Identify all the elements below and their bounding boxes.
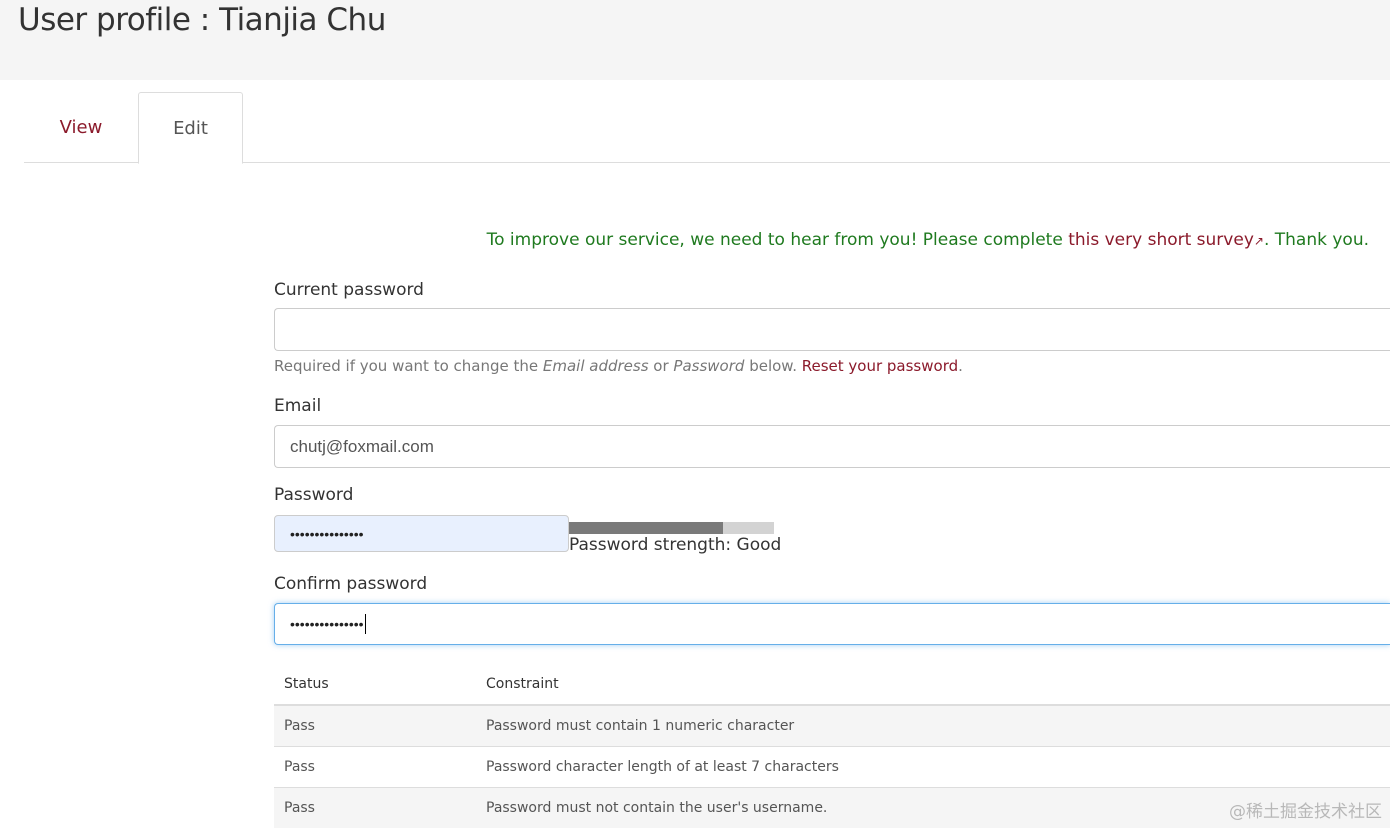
help-text-1: Required if you want to change the — [274, 357, 543, 375]
external-link-icon: ↗ — [1253, 234, 1264, 248]
password-label: Password — [274, 485, 354, 505]
password-strength-text: Password strength: Good — [569, 535, 782, 555]
page-title: User profile : Tianjia Chu — [18, 2, 386, 38]
help-text-4: . — [958, 357, 963, 375]
survey-prefix: To improve our service, we need to hear … — [486, 230, 1069, 250]
reset-password-link[interactable]: Reset your password — [802, 357, 958, 375]
column-header-status: Status — [274, 664, 476, 706]
confirm-password-field[interactable]: ••••••••••••••• — [274, 603, 1390, 645]
page-header: User profile : Tianjia Chu — [0, 0, 1390, 80]
survey-message: To improve our service, we need to hear … — [487, 230, 1369, 250]
row-status: Pass — [274, 704, 476, 746]
current-password-input[interactable] — [274, 308, 1390, 351]
email-field[interactable]: chutj@foxmail.com — [274, 425, 1390, 468]
current-password-label: Current password — [274, 280, 424, 300]
help-text-3: below. — [744, 357, 802, 375]
confirm-password-value: ••••••••••••••• — [290, 616, 364, 632]
password-constraints-table: Status Constraint Pass Password must con… — [274, 664, 1390, 828]
table-row: Pass Password must contain 1 numeric cha… — [274, 704, 1390, 746]
tab-view[interactable]: View — [24, 92, 138, 163]
row-constraint: Password must contain 1 numeric characte… — [476, 704, 1390, 746]
text-caret — [364, 614, 366, 634]
row-status: Pass — [274, 786, 476, 828]
row-status: Pass — [274, 745, 476, 787]
column-header-constraint: Constraint — [476, 664, 1390, 706]
table-row: Pass Password must not contain the user'… — [274, 786, 1390, 828]
survey-suffix: . Thank you. — [1263, 230, 1369, 250]
current-password-help: Required if you want to change the Email… — [274, 357, 963, 375]
row-constraint: Password character length of at least 7 … — [476, 745, 1390, 787]
help-text-2: or — [648, 357, 674, 375]
confirm-password-label: Confirm password — [274, 574, 428, 594]
table-row: Pass Password character length of at lea… — [274, 745, 1390, 787]
email-label: Email — [274, 396, 322, 416]
help-password-term: Password — [673, 357, 745, 375]
password-strength-fill — [569, 522, 723, 534]
password-field[interactable]: ••••••••••••••• — [274, 515, 569, 552]
survey-link[interactable]: this very short survey↗ — [1068, 230, 1264, 250]
profile-tabs: View Edit — [24, 92, 1390, 164]
watermark: @稀土掘金技术社区 — [1229, 802, 1382, 822]
password-strength-meter — [569, 522, 774, 534]
help-email-term: Email address — [542, 357, 649, 375]
table-header-row: Status Constraint — [274, 664, 1390, 706]
survey-link-label: this very short survey — [1068, 230, 1254, 250]
tab-edit[interactable]: Edit — [138, 92, 243, 164]
